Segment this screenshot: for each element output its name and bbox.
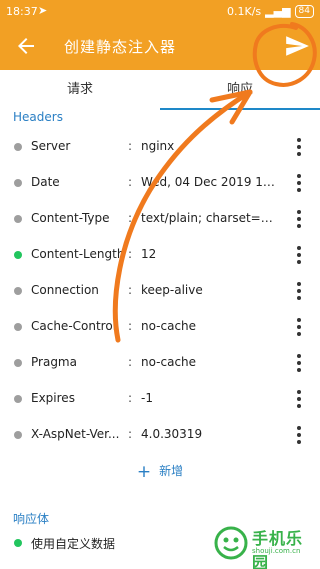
add-header-button[interactable]: + 新增 — [0, 462, 320, 488]
header-value: 12 — [141, 247, 157, 261]
battery-icon: 84 — [294, 5, 314, 18]
separator: : — [128, 211, 133, 225]
separator: : — [128, 139, 133, 153]
separator: : — [128, 391, 133, 405]
watermark-logo-icon — [214, 526, 248, 560]
watermark-url: shouji.com.cn — [252, 547, 301, 555]
status-dot — [14, 359, 22, 367]
network-speed: 0.1K/s — [227, 5, 262, 18]
header-key: Date — [31, 175, 60, 189]
status-bar: 18:37 ➤ 0.1K/s ▂▄▆ 84 — [0, 0, 320, 24]
header-key: Cache-Control — [31, 319, 117, 333]
more-vert-icon[interactable] — [296, 318, 302, 336]
tab-response[interactable]: 响应 — [160, 70, 320, 110]
header-row[interactable]: Server : nginx — [0, 129, 320, 165]
tab-request[interactable]: 请求 — [0, 70, 160, 110]
status-right: 0.1K/s ▂▄▆ 84 — [227, 5, 314, 18]
status-dot — [14, 431, 22, 439]
status-time: 18:37 — [6, 5, 38, 18]
header-value: -1 — [141, 391, 153, 405]
body-section-label: 响应体 — [13, 512, 50, 526]
more-vert-icon[interactable] — [296, 138, 302, 156]
status-dot — [14, 143, 22, 151]
more-vert-icon[interactable] — [296, 426, 302, 444]
separator: : — [128, 427, 133, 441]
header-key: X-AspNet-Ver... — [31, 427, 120, 441]
send-icon[interactable] — [284, 33, 310, 59]
add-button-label: 新增 — [159, 464, 184, 478]
header-value: nginx — [141, 139, 175, 153]
header-row[interactable]: Pragma : no-cache — [0, 345, 320, 381]
header-row[interactable]: Expires : -1 — [0, 381, 320, 417]
status-dot — [14, 395, 22, 403]
header-key: Content-Type — [31, 211, 110, 225]
separator: : — [128, 247, 133, 261]
status-dot — [14, 539, 22, 547]
header-value: 4.0.30319 — [141, 427, 203, 441]
more-vert-icon[interactable] — [296, 174, 302, 192]
separator: : — [128, 283, 133, 297]
app-bar: 创建静态注入器 — [0, 24, 320, 70]
more-vert-icon[interactable] — [296, 354, 302, 372]
tab-bar: 请求 响应 — [0, 70, 320, 110]
status-dot — [14, 215, 22, 223]
signal-icon: ▂▄▆ — [265, 5, 291, 18]
more-vert-icon[interactable] — [296, 390, 302, 408]
header-value: keep-alive — [141, 283, 203, 297]
header-row[interactable]: Content-Type : text/plain; charset=utf-8 — [0, 201, 320, 237]
header-key: Server — [31, 139, 71, 153]
header-value: text/plain; charset=utf-8 — [141, 211, 279, 225]
header-key: Pragma — [31, 355, 77, 369]
separator: : — [128, 175, 133, 189]
more-vert-icon[interactable] — [296, 246, 302, 264]
more-vert-icon[interactable] — [296, 210, 302, 228]
location-icon: ➤ — [38, 4, 48, 17]
header-key: Content-Length — [31, 247, 125, 261]
header-key: Connection — [31, 283, 99, 297]
page-title: 创建静态注入器 — [64, 38, 177, 56]
plus-icon: + — [136, 462, 152, 482]
status-dot — [14, 287, 22, 295]
separator: : — [128, 355, 133, 369]
header-row[interactable]: Content-Length : 12 — [0, 237, 320, 273]
header-value: no-cache — [141, 355, 197, 369]
header-row[interactable]: Date : Wed, 04 Dec 2019 10:3... — [0, 165, 320, 201]
header-row[interactable]: Connection : keep-alive — [0, 273, 320, 309]
header-value: no-cache — [141, 319, 197, 333]
back-arrow-icon[interactable] — [14, 34, 38, 58]
status-dot — [14, 323, 22, 331]
header-row[interactable]: X-AspNet-Ver... : 4.0.30319 — [0, 417, 320, 453]
tab-indicator — [160, 108, 320, 110]
status-dot — [14, 251, 22, 259]
status-dot — [14, 179, 22, 187]
separator: : — [128, 319, 133, 333]
headers-section-label: Headers — [13, 110, 63, 124]
header-value: Wed, 04 Dec 2019 10:3... — [141, 175, 279, 189]
header-key: Expires — [31, 391, 75, 405]
more-vert-icon[interactable] — [296, 282, 302, 300]
site-watermark: 手机乐园 shouji.com.cn — [212, 523, 316, 569]
header-row[interactable]: Cache-Control : no-cache — [0, 309, 320, 345]
custom-data-label: 使用自定义数据 — [31, 537, 116, 551]
